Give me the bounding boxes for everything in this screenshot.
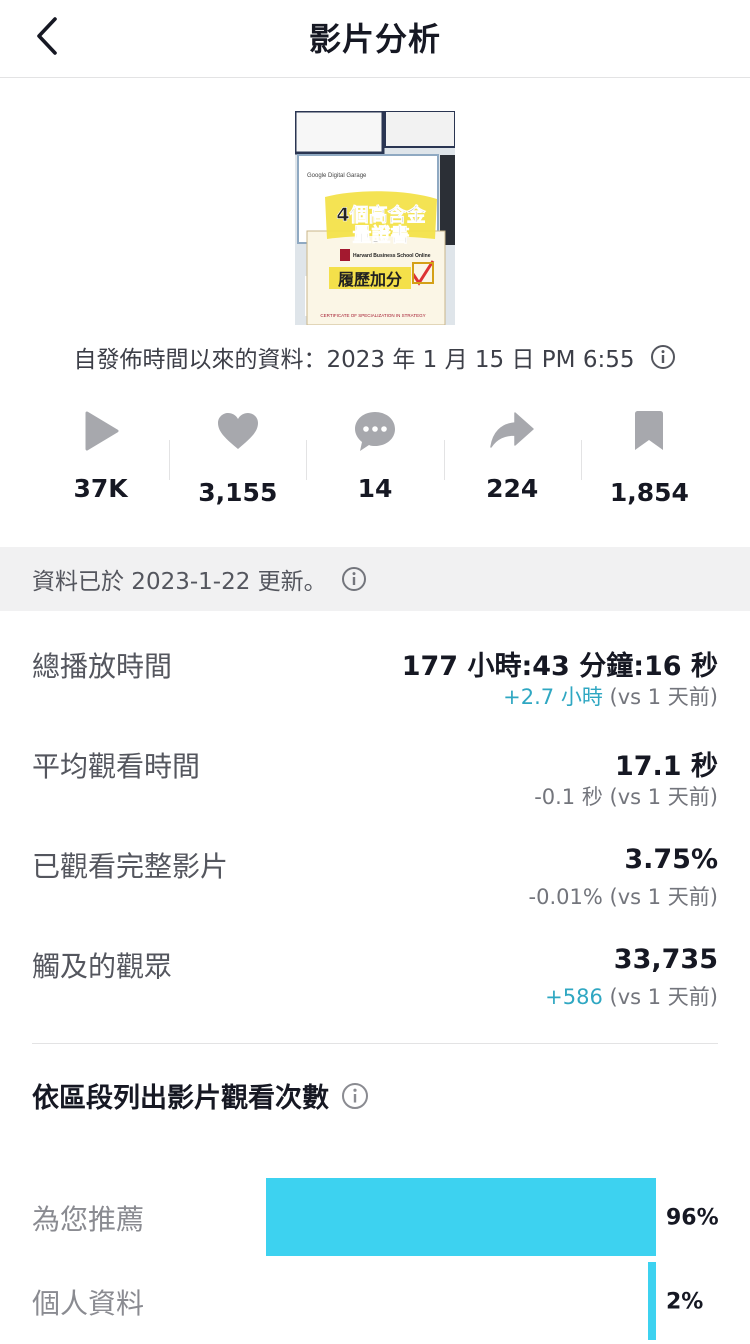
thumb-harvard-text: Harvard Business School Online	[353, 253, 431, 259]
metric-delta: +586 (vs 1 天前)	[545, 981, 718, 1011]
video-thumbnail[interactable]: Google Digital Garage 4個高含金 量證書 Harvard …	[295, 111, 455, 325]
metric-delta: -0.01% (vs 1 天前)	[529, 881, 718, 911]
metric-value: 3.75%	[624, 844, 718, 875]
delta-suffix: (vs 1 天前)	[602, 785, 718, 809]
published-text: 自發佈時間以來的資料：2023 年 1 月 15 日 PM 6:55	[73, 347, 635, 373]
info-icon[interactable]	[341, 566, 367, 592]
metric-label: 平均觀看時間	[32, 750, 201, 783]
published-info: 自發佈時間以來的資料：2023 年 1 月 15 日 PM 6:55	[0, 340, 750, 374]
engagement-stats: 37K 3,155 14 224 1,854	[32, 400, 718, 520]
play-icon	[85, 411, 119, 451]
stat-shares: 224	[443, 400, 581, 520]
metric-total-play-time: 總播放時間 177 小時:43 分鐘:16 秒 +2.7 小時 (vs 1 天前…	[32, 645, 718, 735]
thumb-line1: 4個高含金	[336, 203, 426, 226]
delta-amount: -0.1 秒	[534, 785, 603, 809]
metric-average-watch-time: 平均觀看時間 17.1 秒 -0.1 秒 (vs 1 天前)	[32, 745, 718, 835]
traffic-source-percent: 96%	[666, 1205, 719, 1231]
traffic-source-label: 為您推薦	[32, 1203, 145, 1236]
metric-reached-audience: 觸及的觀眾 33,735 +586 (vs 1 天前)	[32, 944, 718, 1035]
page-title: 影片分析	[308, 20, 441, 58]
metric-value: 33,735	[613, 944, 718, 975]
delta-suffix: (vs 1 天前)	[602, 885, 718, 909]
comment-icon	[355, 412, 395, 451]
updated-text: 資料已於 2023-1-22 更新。	[32, 569, 327, 595]
metric-value: 177 小時:43 分鐘:16 秒	[401, 651, 718, 682]
delta-amount: +2.7 小時	[503, 685, 603, 709]
thumb-cert-text: CERTIFICATE OF SPECIALIZATION IN STRATEG…	[320, 313, 425, 318]
share-icon	[490, 412, 534, 448]
header: 影片分析	[0, 0, 750, 78]
stat-comments: 14	[306, 400, 443, 520]
traffic-bar-track	[250, 1178, 656, 1256]
updated-info-bar: 資料已於 2023-1-22 更新。	[0, 547, 750, 611]
thumb-line3: 履歷加分	[338, 270, 402, 289]
section-title: 依區段列出影片觀看次數	[32, 1076, 369, 1115]
metric-label: 已觀看完整影片	[32, 850, 229, 883]
bookmark-icon	[635, 411, 664, 450]
saves-count: 1,854	[609, 478, 689, 507]
delta-amount: +586	[545, 985, 603, 1009]
thumb-line2: 量證書	[352, 223, 409, 246]
shares-count: 224	[486, 474, 539, 503]
metric-label: 總播放時間	[32, 650, 173, 683]
metric-label: 觸及的觀眾	[32, 950, 173, 983]
info-icon[interactable]	[341, 1082, 369, 1110]
thumb-google-text: Google Digital Garage	[307, 173, 367, 179]
heart-icon	[217, 413, 258, 449]
traffic-bar-fill	[266, 1178, 656, 1256]
delta-suffix: (vs 1 天前)	[602, 985, 718, 1009]
info-icon[interactable]	[650, 344, 676, 370]
comments-count: 14	[357, 474, 393, 503]
stat-likes: 3,155	[169, 400, 306, 520]
delta-suffix: (vs 1 天前)	[602, 685, 718, 709]
traffic-source-label: 個人資料	[32, 1287, 145, 1320]
likes-count: 3,155	[198, 478, 278, 507]
traffic-source-row: 個人資料 2%	[32, 1262, 750, 1342]
stat-saves: 1,854	[580, 400, 718, 520]
metric-full-video-watched: 已觀看完整影片 3.75% -0.01% (vs 1 天前)	[32, 844, 718, 935]
stat-views: 37K	[32, 400, 169, 520]
traffic-bar-track	[250, 1262, 656, 1340]
views-count: 37K	[73, 474, 128, 503]
metric-value: 17.1 秒	[614, 751, 718, 782]
traffic-source-row: 為您推薦 96%	[32, 1178, 750, 1258]
traffic-source-percent: 2%	[666, 1289, 704, 1315]
thumbnail-image: Google Digital Garage 4個高含金 量證書 Harvard …	[295, 111, 455, 325]
divider	[32, 1043, 718, 1044]
metric-delta: +2.7 小時 (vs 1 天前)	[503, 681, 718, 711]
metric-delta: -0.1 秒 (vs 1 天前)	[534, 781, 718, 811]
traffic-bar-fill	[647, 1262, 656, 1340]
delta-amount: -0.01%	[528, 885, 603, 909]
section-title-text: 依區段列出影片觀看次數	[32, 1083, 329, 1114]
